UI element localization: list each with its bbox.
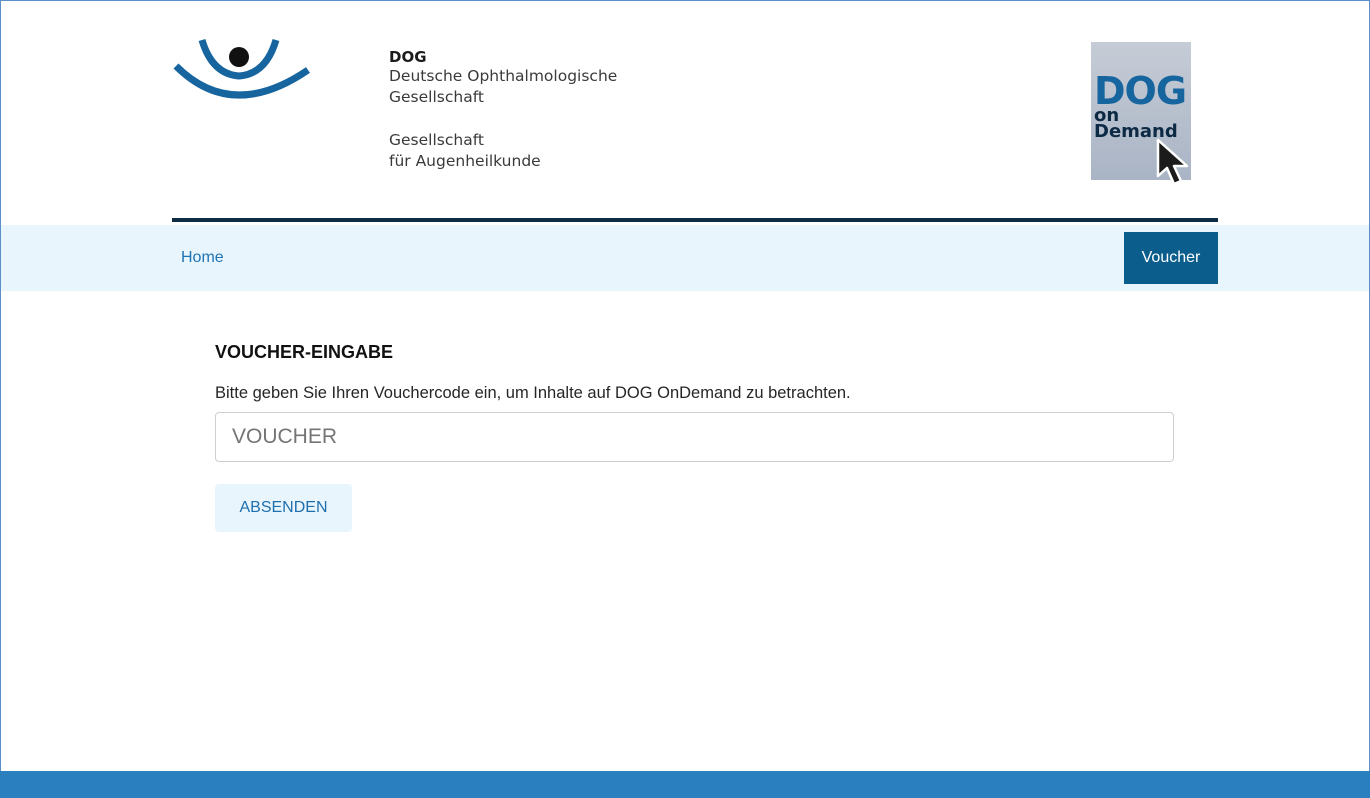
submit-button-label: ABSENDEN xyxy=(239,499,328,516)
nav-home-link[interactable]: Home xyxy=(181,249,224,267)
nav-voucher-label: Voucher xyxy=(1141,249,1201,266)
org-tagline-line1: Gesellschaft xyxy=(389,131,484,149)
org-full-name-line2: Gesellschaft xyxy=(389,88,484,106)
dog-on-demand-badge[interactable]: DOG on Demand xyxy=(1091,42,1191,186)
org-short-name: DOG xyxy=(389,48,427,66)
header-divider xyxy=(172,218,1218,222)
org-text-block: DOG Deutsche Ophthalmologische Gesellsch… xyxy=(389,48,617,172)
form-description: Bitte geben Sie Ihren Vouchercode ein, u… xyxy=(215,384,851,402)
eye-logo-icon[interactable] xyxy=(172,36,312,106)
mouse-cursor-icon xyxy=(1156,138,1189,186)
voucher-form: VOUCHER-EINGABE Bitte geben Sie Ihren Vo… xyxy=(215,340,1175,532)
voucher-input[interactable] xyxy=(215,412,1174,462)
site-header: DOG Deutsche Ophthalmologische Gesellsch… xyxy=(172,0,1218,225)
submit-button[interactable]: ABSENDEN xyxy=(215,484,352,532)
org-tagline-line2: für Augenheilkunde xyxy=(389,152,541,170)
org-full-name-line1: Deutsche Ophthalmologische xyxy=(389,67,618,85)
page-title: VOUCHER-EINGABE xyxy=(215,342,394,362)
site-footer xyxy=(0,771,1370,798)
nav-voucher-tab[interactable]: Voucher xyxy=(1124,232,1218,284)
